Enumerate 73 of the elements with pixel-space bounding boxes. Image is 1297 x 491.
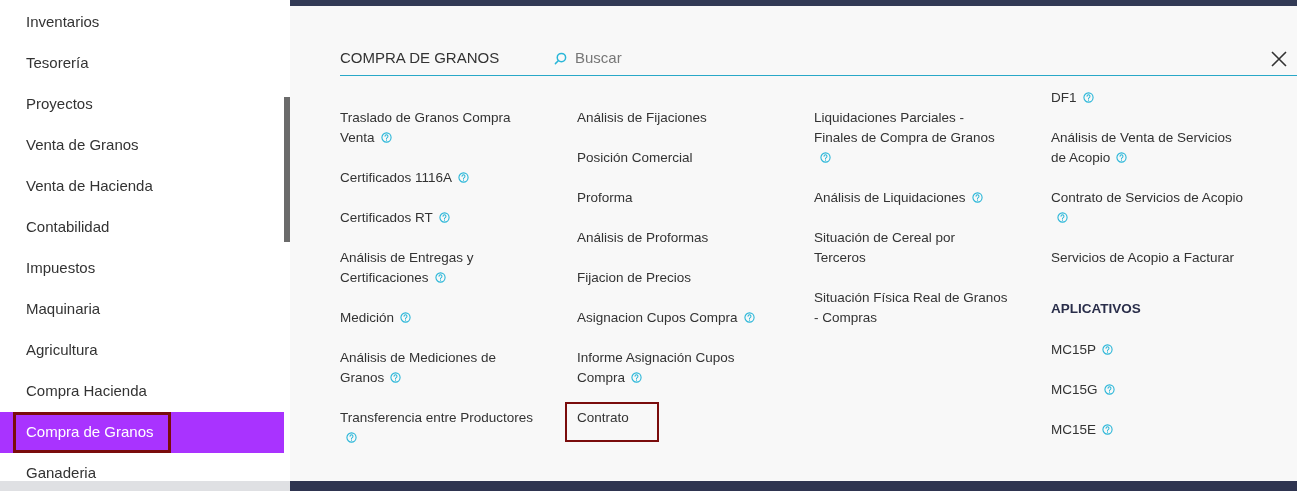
help-icon[interactable]: [1102, 424, 1113, 435]
sidebar-item[interactable]: Proyectos: [0, 84, 284, 125]
search-input[interactable]: Buscar: [575, 47, 1271, 70]
item-label: Ganaderia: [25, 463, 98, 481]
panel-title: COMPRA DE GRANOS: [340, 48, 501, 69]
sidebar-item[interactable]: Inventarios: [0, 2, 284, 43]
item-label: Venta de Granos: [25, 135, 140, 156]
sidebar-item[interactable]: Compra Hacienda: [0, 371, 284, 412]
menu-link[interactable]: Contrato: [565, 402, 659, 442]
sidebar-item[interactable]: Contabilidad: [0, 207, 284, 248]
menu-link[interactable]: MC15G: [1051, 380, 1115, 400]
item-label: Inventarios: [25, 12, 101, 33]
item-label: Contabilidad: [25, 217, 111, 238]
menu-link[interactable]: Contrato de Servicios de Acopio: [1051, 188, 1247, 228]
menu-link[interactable]: Análisis de Entregas y Certificaciones: [340, 248, 536, 288]
menu-link[interactable]: Proforma: [577, 188, 633, 208]
close-icon[interactable]: [1271, 50, 1287, 67]
item-label: Maquinaria: [25, 299, 102, 320]
sidebar-item[interactable]: Impuestos: [0, 248, 284, 289]
menu-link[interactable]: MC15P: [1051, 340, 1113, 360]
help-icon[interactable]: [631, 372, 642, 383]
help-icon[interactable]: [434, 272, 446, 283]
sidebar-item[interactable]: Venta de Hacienda: [0, 166, 284, 207]
menu-link[interactable]: Certificados 1116A: [340, 168, 470, 188]
menu-link[interactable]: Situación Física Real de Granos - Compras: [814, 288, 1010, 328]
sidebar-item[interactable]: Agricultura: [0, 330, 284, 371]
help-icon[interactable]: [380, 132, 392, 143]
menu-link[interactable]: Posición Comercial: [577, 148, 693, 168]
sidebar-item[interactable]: Venta de Granos: [0, 125, 284, 166]
menu-link[interactable]: Fijacion de Precios: [577, 268, 692, 288]
menu-link[interactable]: MC15E: [1051, 420, 1113, 440]
sidebar-item[interactable]: Maquinaria: [0, 289, 284, 330]
scrollbar-thumb[interactable]: [284, 97, 290, 242]
menu-link[interactable]: DF1: [1051, 88, 1094, 108]
help-icon[interactable]: [346, 432, 357, 443]
menu-link[interactable]: Traslado de Granos Compra Venta: [340, 108, 536, 148]
item-label: Compra Hacienda: [25, 381, 148, 402]
menu-link[interactable]: Asignacion Cupos Compra: [577, 308, 755, 328]
sidebar-item[interactable]: Compra de Granos: [0, 412, 284, 453]
help-icon[interactable]: [743, 312, 755, 323]
item-label: Agricultura: [25, 340, 99, 361]
item-label: Impuestos: [25, 258, 97, 279]
help-icon[interactable]: [1082, 92, 1094, 103]
menu-link[interactable]: Certificados RT: [340, 208, 450, 228]
menu-link[interactable]: Liquidaciones Parciales - Finales de Compra de Granos: [814, 108, 1010, 168]
section-heading: APLICATIVOS: [1051, 301, 1141, 316]
menu-link[interactable]: Servicios de Acopio a Facturar: [1051, 248, 1235, 268]
menu-link[interactable]: Análisis de Mediciones de Granos: [340, 348, 536, 388]
help-icon[interactable]: [400, 312, 412, 323]
help-icon[interactable]: [820, 152, 831, 163]
menu-link[interactable]: Análisis de Proformas: [577, 228, 709, 248]
menu-link[interactable]: Análisis de Liquidaciones: [814, 188, 983, 208]
help-icon[interactable]: [1057, 212, 1068, 223]
help-icon[interactable]: [1103, 384, 1115, 395]
sidebar-item[interactable]: Ganaderia: [0, 453, 284, 481]
search-icon: [554, 52, 567, 65]
menu-link[interactable]: Situación de Cereal por Terceros: [814, 228, 1010, 268]
menu-link[interactable]: Transferencia entre Productores: [340, 408, 536, 448]
menu-link[interactable]: Medición: [340, 308, 412, 328]
menu-link[interactable]: Análisis de Venta de Servicios de Acopio: [1051, 128, 1247, 168]
help-icon[interactable]: [971, 192, 983, 203]
help-icon[interactable]: [1102, 344, 1113, 355]
item-label: Proyectos: [25, 94, 94, 115]
item-label: Venta de Hacienda: [25, 176, 154, 197]
item-label: Compra de Granos: [13, 412, 171, 453]
sidebar-item[interactable]: Tesorería: [0, 43, 284, 84]
help-icon[interactable]: [438, 212, 450, 223]
menu-link[interactable]: Análisis de Fijaciones: [577, 108, 707, 128]
help-icon[interactable]: [458, 172, 470, 183]
help-icon[interactable]: [1116, 152, 1128, 163]
help-icon[interactable]: [390, 372, 402, 383]
item-label: Tesorería: [25, 53, 90, 74]
menu-link[interactable]: Informe Asignación Cupos Compra: [577, 348, 773, 388]
